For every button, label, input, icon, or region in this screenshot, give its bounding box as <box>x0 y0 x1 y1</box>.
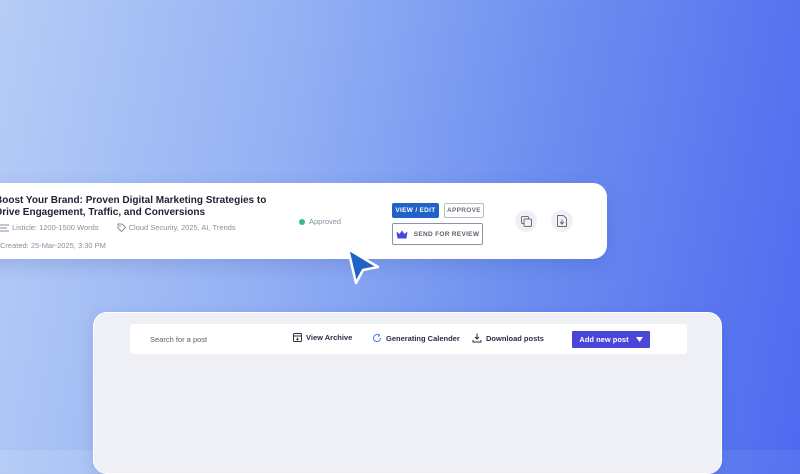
download-posts-button[interactable]: Download posts <box>472 333 544 343</box>
tag-icon <box>117 223 126 232</box>
approve-button[interactable]: APPROVE <box>444 203 484 218</box>
post-card: Boost Your Brand: Proven Digital Marketi… <box>0 183 607 259</box>
status-dot <box>299 218 305 225</box>
list-icon <box>0 224 9 231</box>
archive-icon <box>293 333 302 342</box>
view-edit-button[interactable]: VIEW / EDIT <box>392 203 439 218</box>
mouse-cursor-icon <box>346 247 380 285</box>
post-tags-label: Cloud Security, 2025, AI, Trends <box>128 223 236 232</box>
search-input[interactable] <box>150 332 280 346</box>
post-created: Created: 25-Mar-2025, 3:30 PM <box>0 241 106 250</box>
copy-button[interactable] <box>515 210 537 232</box>
refresh-icon <box>373 333 382 343</box>
view-archive-label: View Archive <box>306 333 353 342</box>
status-badge: Approved <box>299 217 341 226</box>
generating-calendar-button[interactable]: Generating Calender <box>372 333 460 343</box>
download-posts-label: Download posts <box>486 333 544 343</box>
crown-icon <box>396 230 408 238</box>
post-format: Listicle: 1200-1500 Words <box>0 223 99 232</box>
posts-toolbar: View Archive Generating Calender Downloa… <box>130 324 687 354</box>
export-document-button[interactable] <box>551 210 573 232</box>
status-label: Approved <box>309 217 342 226</box>
send-for-review-button[interactable]: SEND FOR REVIEW <box>392 223 483 245</box>
add-new-post-label: Add new post <box>579 335 629 344</box>
post-format-label: Listicle: 1200-1500 Words <box>12 223 99 232</box>
caret-down-icon[interactable] <box>635 337 643 342</box>
view-archive-button[interactable]: View Archive <box>293 333 352 342</box>
add-new-post-button[interactable]: Add new post <box>572 331 650 348</box>
send-for-review-label: SEND FOR REVIEW <box>413 230 480 238</box>
post-title[interactable]: Boost Your Brand: Proven Digital Marketi… <box>0 195 275 219</box>
document-download-icon <box>557 215 567 227</box>
download-icon <box>472 333 482 343</box>
copy-icon <box>520 215 532 227</box>
generating-calendar-label: Generating Calender <box>386 333 460 343</box>
post-tags: Cloud Security, 2025, AI, Trends <box>117 223 236 232</box>
post-meta-row: Listicle: 1200-1500 Words Cloud Security… <box>0 223 254 232</box>
